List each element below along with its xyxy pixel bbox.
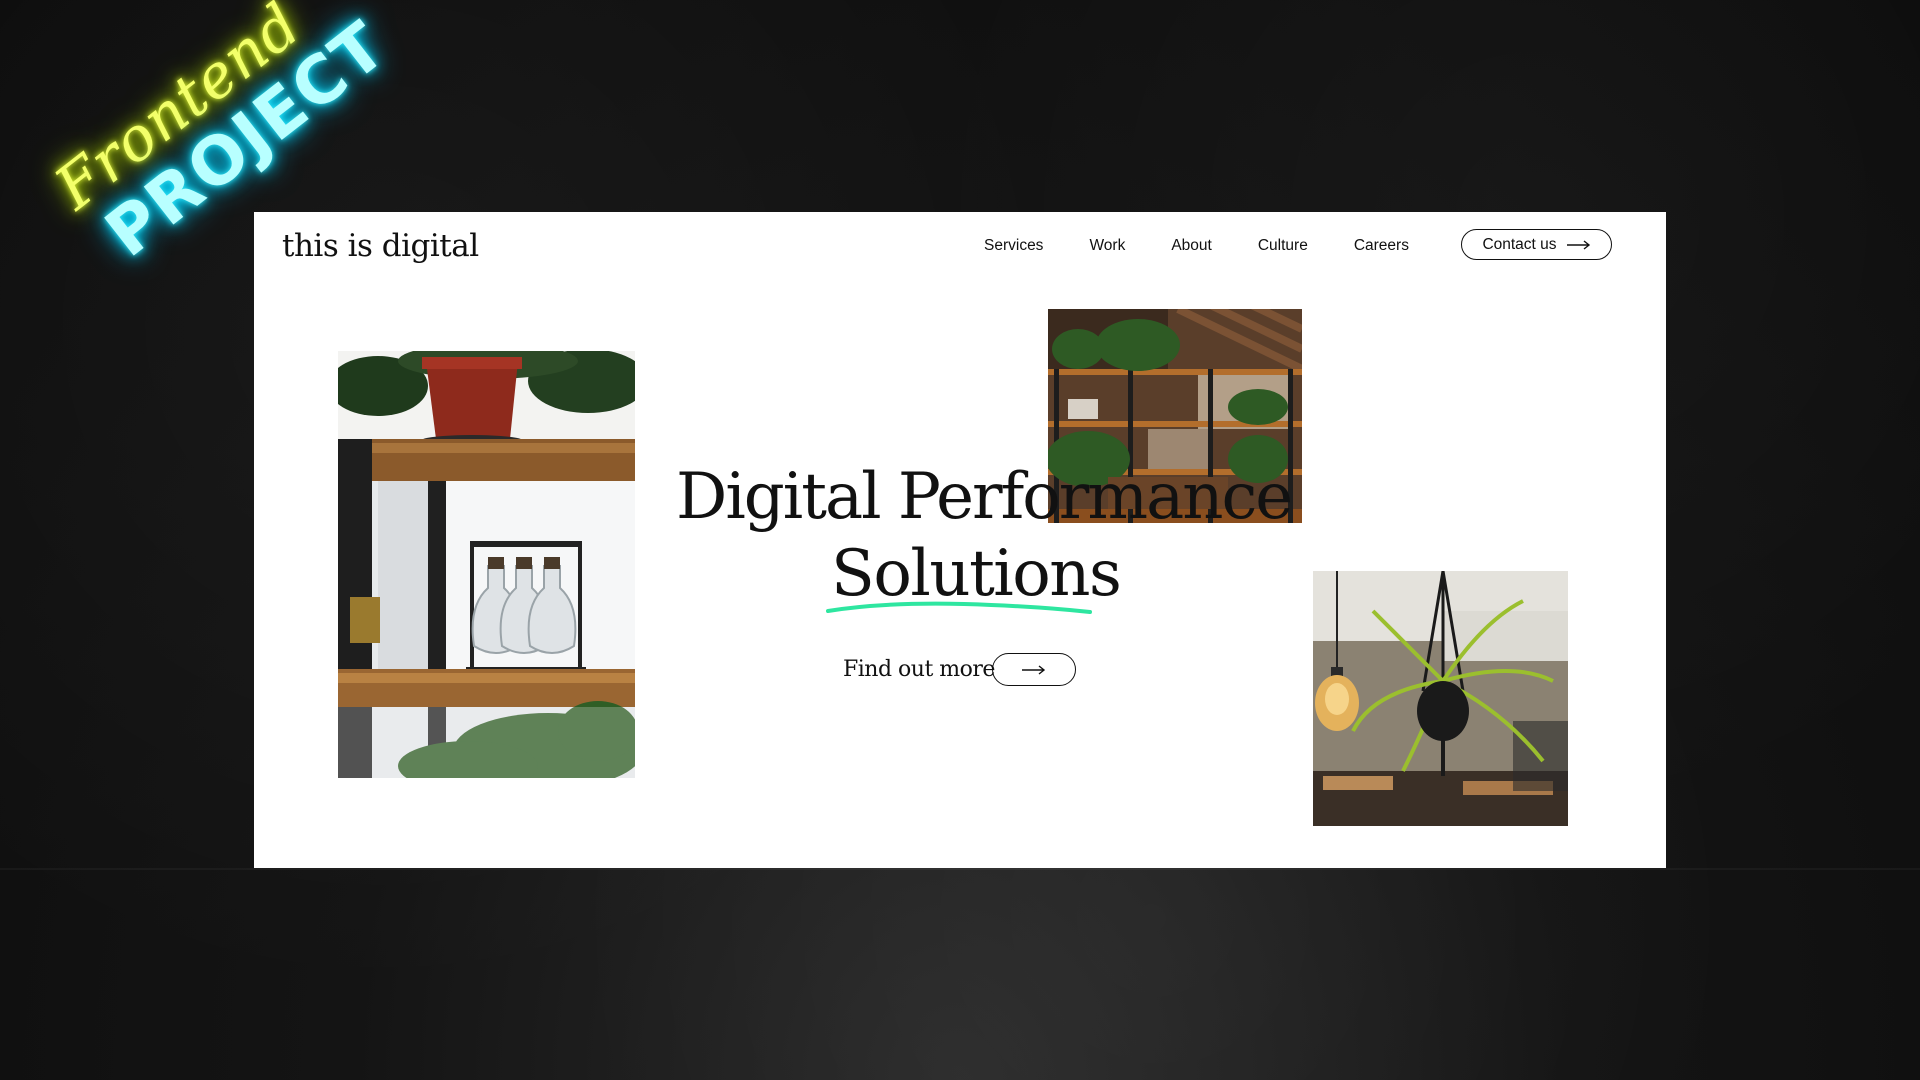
nav-item-culture[interactable]: Culture (1258, 234, 1308, 258)
site-logo[interactable]: this is digital (282, 228, 479, 264)
shelf-plants-photo (338, 351, 635, 778)
website-preview: this is digital Services Work About Cult… (254, 212, 1666, 868)
nav-item-careers[interactable]: Careers (1354, 234, 1409, 258)
accent-underline (826, 601, 1092, 614)
hero-title-line1: Digital Performance (676, 460, 1293, 534)
contact-us-label: Contact us (1482, 235, 1557, 253)
nav-item-services[interactable]: Services (984, 234, 1043, 258)
arrow-right-icon (1566, 239, 1590, 250)
nav-item-work[interactable]: Work (1089, 234, 1125, 258)
hanging-plant-photo (1313, 571, 1568, 826)
find-out-more-label[interactable]: Find out more (843, 657, 995, 682)
nav-item-about[interactable]: About (1171, 234, 1212, 258)
arrow-right-icon (1022, 664, 1046, 675)
find-out-more-button[interactable] (992, 653, 1076, 686)
floor-horizon (0, 868, 1920, 870)
contact-us-button[interactable]: Contact us (1461, 229, 1612, 260)
main-nav: Services Work About Culture Careers (984, 234, 1455, 258)
